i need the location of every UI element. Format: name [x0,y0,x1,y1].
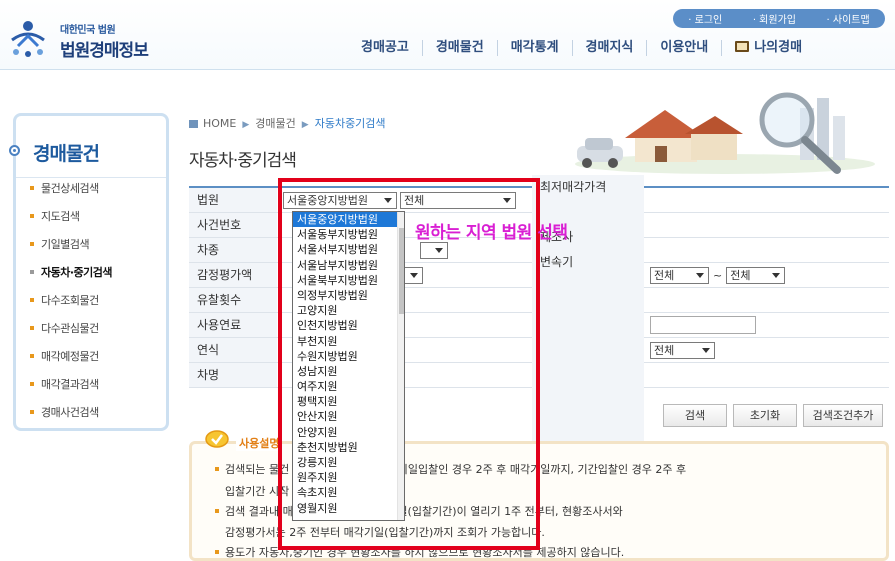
nav-auction-items[interactable]: 경매물건 [421,40,497,56]
bullet-icon [30,298,34,302]
page-title: 자동차·중기검색 [189,151,297,171]
bullet-icon [30,382,34,386]
sitemap-link[interactable]: · 사이트맵 [827,11,870,26]
form-buttons: 검색 초기화 검색조건추가 [663,404,883,427]
sidebar-item-case-search[interactable]: 경매사건검색 [30,406,112,434]
top-header: 대한민국 법원 법원경매정보 · 로그인 · 회원가입 · 사이트맵 경매공고 … [0,0,895,70]
label-year: 연식 [189,338,277,362]
book-icon [735,41,750,52]
label-appraisal: 감정평가액 [189,263,277,287]
label-fuel: 사용연료 [189,313,277,337]
label-car-name: 차명 [189,363,277,387]
label-transmission: 변속기 [532,250,644,450]
bullet-icon [30,354,34,358]
login-link[interactable]: · 로그인 [688,11,722,26]
usage-guide-title: 사용설명 [236,435,283,451]
bullet-icon [30,242,34,246]
nav-sale-stats[interactable]: 매각통계 [496,40,572,56]
court-emblem-icon [11,21,45,57]
court-logo[interactable]: 대한민국 법원 법원경매정보 [8,14,158,64]
bullet-icon [215,550,219,554]
signup-link[interactable]: · 회원가입 [753,11,796,26]
bullet-icon [30,214,34,218]
sidebar-item-label: 매각결과검색 [41,378,99,391]
sidebar-item-scheduled-sale[interactable]: 매각예정물건 [30,350,112,378]
sidebar-item-label: 다수관심물건 [41,322,99,335]
nav-auction-notice[interactable]: 경매공고 [348,40,422,56]
sidebar-menu: 물건상세검색 지도검색 기일별검색 자동차·중기검색 다수조회물건 다수관심물건… [30,182,113,434]
sidebar-item-label: 경매사건검색 [41,406,99,419]
nav-usage-guide[interactable]: 이용안내 [646,40,721,56]
label-case-number: 사건번호 [189,213,277,237]
sidebar-item-most-interest[interactable]: 다수관심물건 [30,322,112,350]
sidebar-item-label: 기일별검색 [41,238,90,251]
add-condition-button[interactable]: 검색조건추가 [803,404,883,427]
label-vehicle-type: 차종 [189,238,277,262]
search-button[interactable]: 검색 [663,404,727,427]
nav-my-auction-label: 나의경매 [754,40,803,55]
home-icon [189,120,198,128]
sidebar-item-label: 매각예정물건 [41,350,99,363]
bullet-icon [30,270,34,274]
speech-check-icon [205,430,229,448]
bullet-icon [30,186,34,190]
nav-my-auction[interactable]: 나의경매 [721,40,815,56]
label-failed-count: 유찰횟수 [189,288,277,312]
logo-title: 법원경매정보 [60,41,149,61]
bullet-icon [30,410,34,414]
sidebar: 경매물건 물건상세검색 지도검색 기일별검색 자동차·중기검색 다수조회물건 다… [9,113,169,434]
sidebar-title: 경매물건 [33,143,100,165]
bullet-icon [215,509,219,513]
sidebar-item-vehicle-search[interactable]: 자동차·중기검색 [30,266,113,294]
nav-auction-knowledge[interactable]: 경매지식 [571,40,647,56]
circle-bullet-icon [9,145,20,156]
reset-button[interactable]: 초기화 [733,404,797,427]
sidebar-item-label: 다수조회물건 [41,294,99,307]
bullet-icon [30,326,34,330]
sidebar-item-label: 자동차·중기검색 [41,266,113,279]
sidebar-item-most-viewed[interactable]: 다수조회물건 [30,294,112,322]
annotation-text: 원하는 지역 법원 선택 [415,223,568,243]
transmission-select[interactable]: 전체 [650,341,715,359]
sidebar-item-detail-search[interactable]: 물건상세검색 [30,182,112,210]
breadcrumb-auction-items[interactable]: 경매물건 [255,117,295,130]
sidebar-item-map-search[interactable]: 지도검색 [30,210,112,238]
sidebar-item-label: 지도검색 [41,210,80,223]
label-court: 법원 [189,188,277,212]
logo-subtitle: 대한민국 법원 [60,25,116,36]
utility-menu: · 로그인 · 회원가입 · 사이트맵 [673,9,885,28]
breadcrumb: HOME ▶ 경매물건 ▶ 자동차중기검색 [189,115,386,131]
house-magnifier-illustration [575,92,875,174]
breadcrumb-separator-icon: ▶ [301,120,309,130]
breadcrumb-separator-icon: ▶ [242,120,250,130]
main-nav: 경매공고 경매물건 매각통계 경매지식 이용안내 나의경매 [348,40,815,56]
sidebar-item-sale-results[interactable]: 매각결과검색 [30,378,112,406]
breadcrumb-home[interactable]: HOME [203,117,236,130]
sidebar-header: 경매물건 [9,116,166,178]
sidebar-item-date-search[interactable]: 기일별검색 [30,238,112,266]
breadcrumb-current: 자동차중기검색 [314,117,386,130]
bullet-icon [215,467,219,471]
sidebar-item-label: 물건상세검색 [41,182,99,195]
